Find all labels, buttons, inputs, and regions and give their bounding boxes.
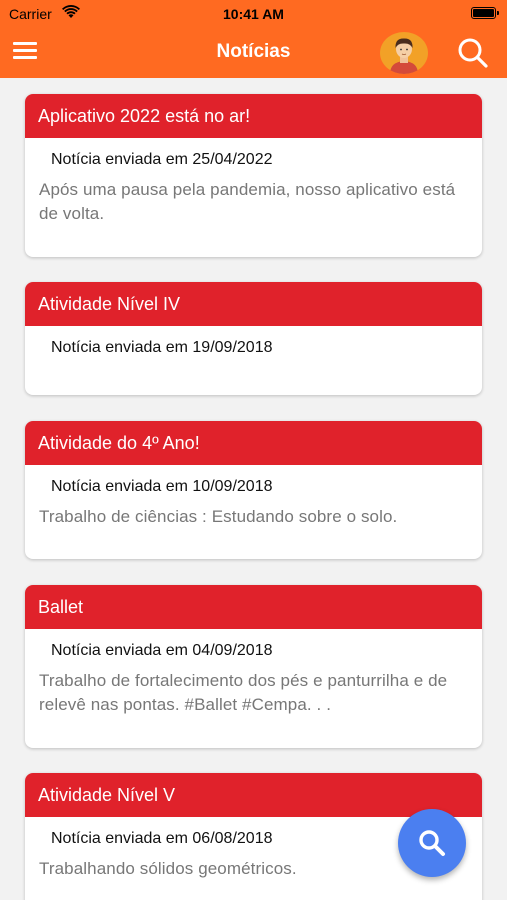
news-body: Trabalho de fortalecimento dos pés e pan… <box>39 671 448 714</box>
news-card[interactable]: Aplicativo 2022 está no ar! Notícia envi… <box>25 94 482 257</box>
news-title: Aplicativo 2022 está no ar! <box>25 94 482 138</box>
clock: 10:41 AM <box>223 6 284 22</box>
news-date: Notícia enviada em 04/09/2018 <box>51 642 273 659</box>
news-card[interactable]: Atividade do 4º Ano! Notícia enviada em … <box>25 421 482 559</box>
news-date: Notícia enviada em 10/09/2018 <box>51 478 273 495</box>
news-body: Trabalho de ciências : Estudando sobre o… <box>39 507 398 526</box>
search-icon[interactable] <box>456 36 490 70</box>
news-title: Atividade Nível V <box>25 773 482 817</box>
status-bar: Carrier 10:41 AM <box>0 0 507 27</box>
search-icon <box>419 830 445 856</box>
battery-icon <box>471 7 499 19</box>
news-date: Notícia enviada em 19/09/2018 <box>51 339 273 356</box>
news-date: Notícia enviada em 25/04/2022 <box>51 151 273 168</box>
news-body: Após uma pausa pela pandemia, nosso apli… <box>39 180 456 223</box>
page-title: Notícias <box>216 41 291 62</box>
news-list[interactable]: Aplicativo 2022 está no ar! Notícia envi… <box>0 78 507 900</box>
news-title: Atividade Nível IV <box>25 282 482 326</box>
news-title: Atividade do 4º Ano! <box>25 421 482 465</box>
news-title: Ballet <box>25 585 482 629</box>
search-fab-button[interactable] <box>398 809 466 877</box>
nav-bar: Notícias <box>0 27 507 78</box>
menu-icon[interactable] <box>11 39 39 63</box>
news-body <box>25 357 482 366</box>
news-card[interactable]: Ballet Notícia enviada em 04/09/2018 Tra… <box>25 585 482 748</box>
news-card[interactable]: Atividade Nível IV Notícia enviada em 19… <box>25 282 482 395</box>
avatar-icon[interactable] <box>380 32 428 74</box>
